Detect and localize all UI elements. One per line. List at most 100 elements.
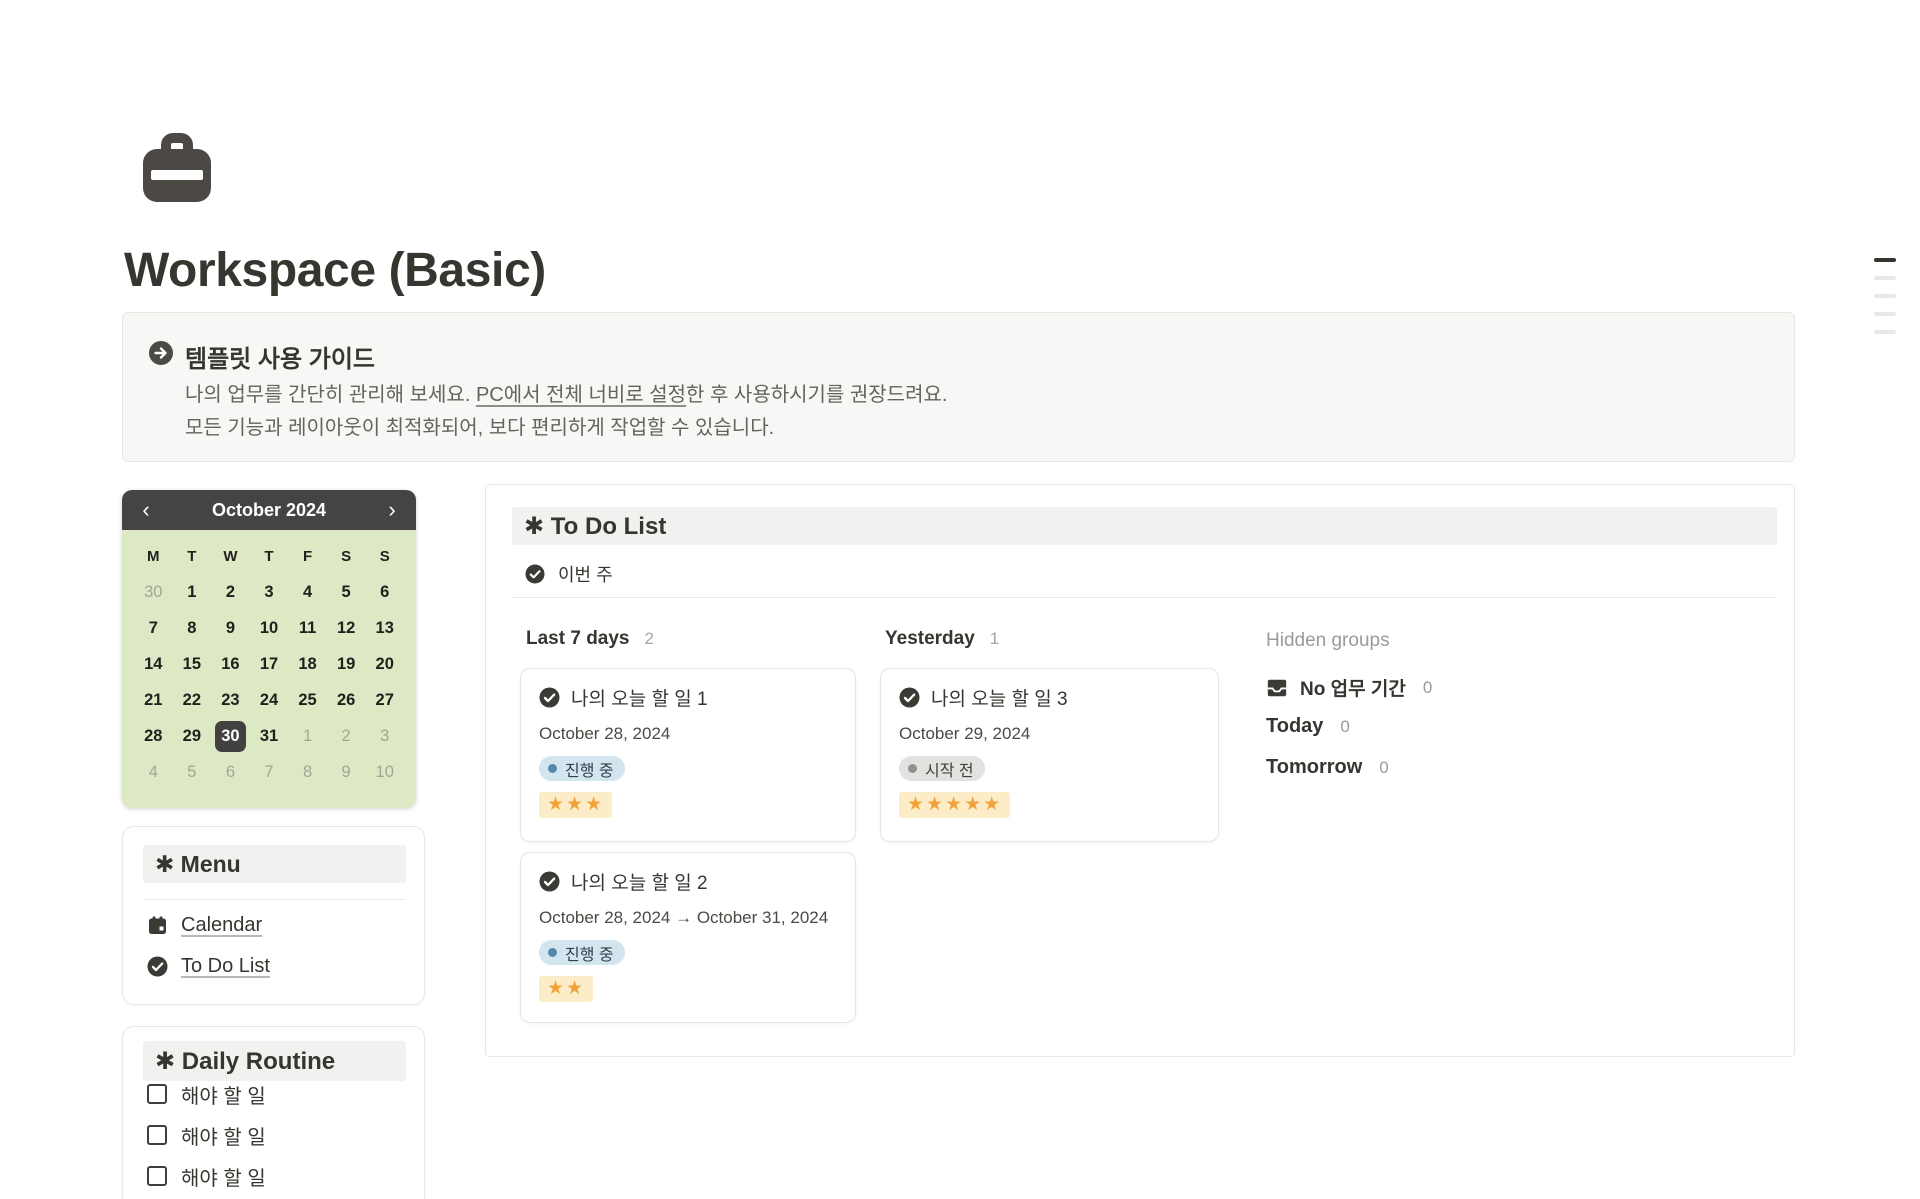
calendar-day[interactable]: 13: [365, 610, 404, 646]
todo-item: 해야 할 일: [147, 1079, 266, 1109]
calendar-day[interactable]: 16: [211, 646, 250, 682]
calendar-day-header: M: [134, 538, 173, 574]
divider: [512, 597, 1777, 598]
outline-dash[interactable]: [1874, 330, 1896, 334]
column-name: Yesterday: [885, 628, 975, 650]
guide-title: 템플릿 사용 가이드: [185, 339, 375, 374]
briefcase-icon[interactable]: [136, 128, 218, 206]
calendar-day[interactable]: 27: [365, 682, 404, 718]
calendar-day[interactable]: 3: [365, 718, 404, 754]
menu-heading: ✱ Menu: [143, 845, 406, 883]
calendar-day[interactable]: 28: [134, 718, 173, 754]
view-tab-this-week[interactable]: 이번 주: [525, 561, 613, 587]
calendar-day[interactable]: 7: [250, 754, 289, 790]
calendar-day[interactable]: 9: [211, 610, 250, 646]
calendar-widget: ‹ October 2024 › MTWTFSS 301234567891011…: [122, 490, 416, 808]
full-width-setting-link[interactable]: PC에서 전체 너비로 설정: [476, 384, 686, 406]
hidden-group-no-period[interactable]: No 업무 기간 0: [1266, 674, 1432, 701]
calendar-day[interactable]: 10: [365, 754, 404, 790]
calendar-day[interactable]: 1: [288, 718, 327, 754]
calendar-body: MTWTFSS 30123456789101112131415161718192…: [122, 530, 416, 808]
calendar-month-label: October 2024: [212, 500, 326, 521]
hidden-group-tomorrow[interactable]: Tomorrow 0: [1266, 756, 1389, 779]
calendar-day-header: S: [327, 538, 366, 574]
hidden-group-name[interactable]: No 업무 기간: [1300, 674, 1406, 701]
card-date: October 28, 2024: [539, 724, 837, 744]
calendar-day[interactable]: 25: [288, 682, 327, 718]
hidden-group-name[interactable]: Today: [1266, 715, 1323, 738]
menu-item-calendar[interactable]: Calendar: [147, 908, 262, 942]
calendar-day[interactable]: 9: [327, 754, 366, 790]
outline-dash[interactable]: [1874, 276, 1896, 280]
calendar-day[interactable]: 12: [327, 610, 366, 646]
calendar-day[interactable]: 24: [250, 682, 289, 718]
calendar-day[interactable]: 1: [173, 574, 212, 610]
column-header-yesterday: Yesterday 1: [885, 628, 999, 650]
calendar-day[interactable]: 2: [327, 718, 366, 754]
calendar-day-header: W: [211, 538, 250, 574]
todo-card[interactable]: 나의 오늘 할 일 3 October 29, 2024 시작 전 ★★★★★: [880, 668, 1219, 842]
calendar-next-button[interactable]: ›: [382, 499, 402, 521]
card-title: 나의 오늘 할 일 3: [931, 684, 1068, 711]
outline-dash[interactable]: [1874, 294, 1896, 298]
calendar-day[interactable]: 11: [288, 610, 327, 646]
calendar-day[interactable]: 29: [173, 718, 212, 754]
calendar-day[interactable]: 20: [365, 646, 404, 682]
checkbox-unchecked[interactable]: [147, 1125, 167, 1145]
menu-item-label[interactable]: Calendar: [181, 914, 262, 937]
calendar-day[interactable]: 6: [365, 574, 404, 610]
calendar-day-headers: MTWTFSS: [134, 538, 404, 574]
calendar-prev-button[interactable]: ‹: [136, 499, 156, 521]
calendar-day[interactable]: 19: [327, 646, 366, 682]
calendar-day[interactable]: 30: [134, 574, 173, 610]
calendar-day[interactable]: 3: [250, 574, 289, 610]
todo-item: 해야 할 일: [147, 1161, 266, 1191]
calendar-day[interactable]: 15: [173, 646, 212, 682]
calendar-day[interactable]: 23: [211, 682, 250, 718]
calendar-day[interactable]: 6: [211, 754, 250, 790]
todo-card[interactable]: 나의 오늘 할 일 2 October 28, 2024 → October 3…: [520, 852, 856, 1023]
todo-card[interactable]: 나의 오늘 할 일 1 October 28, 2024 진행 중 ★★★: [520, 668, 856, 842]
guide-body: 나의 업무를 간단히 관리해 보세요. PC에서 전체 너비로 설정한 후 사용…: [185, 379, 947, 445]
menu-item-todo-list[interactable]: To Do List: [147, 949, 270, 983]
calendar-day[interactable]: 8: [173, 610, 212, 646]
calendar-day[interactable]: 30: [211, 718, 250, 754]
checkbox-unchecked[interactable]: [147, 1084, 167, 1104]
calendar-header: ‹ October 2024 ›: [122, 490, 416, 530]
calendar-day[interactable]: 4: [134, 754, 173, 790]
outline-dash[interactable]: [1874, 312, 1896, 316]
calendar-day[interactable]: 14: [134, 646, 173, 682]
calendar-day[interactable]: 4: [288, 574, 327, 610]
calendar-day[interactable]: 7: [134, 610, 173, 646]
outline-indicator[interactable]: [1874, 258, 1898, 348]
calendar-day[interactable]: 17: [250, 646, 289, 682]
calendar-day[interactable]: 5: [327, 574, 366, 610]
card-date: October 29, 2024: [899, 724, 1200, 744]
calendar-grid: 3012345678910111213141516171819202122232…: [134, 574, 404, 790]
calendar-day[interactable]: 8: [288, 754, 327, 790]
view-tab-label[interactable]: 이번 주: [558, 561, 613, 587]
hidden-group-today[interactable]: Today 0: [1266, 715, 1350, 738]
calendar-day[interactable]: 18: [288, 646, 327, 682]
menu-item-label[interactable]: To Do List: [181, 955, 270, 978]
checkbox-unchecked[interactable]: [147, 1166, 167, 1186]
status-dot: [548, 948, 557, 957]
outline-dash[interactable]: [1874, 258, 1896, 262]
calendar-day[interactable]: 31: [250, 718, 289, 754]
board-heading: ✱ To Do List: [512, 507, 1777, 545]
status-badge: 진행 중: [539, 940, 625, 965]
calendar-day[interactable]: 5: [173, 754, 212, 790]
calendar-day[interactable]: 21: [134, 682, 173, 718]
calendar-day[interactable]: 10: [250, 610, 289, 646]
calendar-day[interactable]: 2: [211, 574, 250, 610]
guide-line-1: 나의 업무를 간단히 관리해 보세요. PC에서 전체 너비로 설정한 후 사용…: [185, 379, 947, 412]
status-badge: 시작 전: [899, 756, 985, 781]
card-date: October 28, 2024 → October 31, 2024: [539, 908, 837, 928]
calendar-day[interactable]: 22: [173, 682, 212, 718]
calendar-day-header: T: [173, 538, 212, 574]
check-circle-icon: [539, 687, 560, 708]
card-title-row: 나의 오늘 할 일 3: [899, 684, 1200, 711]
todo-label: 해야 할 일: [181, 1080, 266, 1109]
calendar-day[interactable]: 26: [327, 682, 366, 718]
hidden-group-name[interactable]: Tomorrow: [1266, 756, 1362, 779]
